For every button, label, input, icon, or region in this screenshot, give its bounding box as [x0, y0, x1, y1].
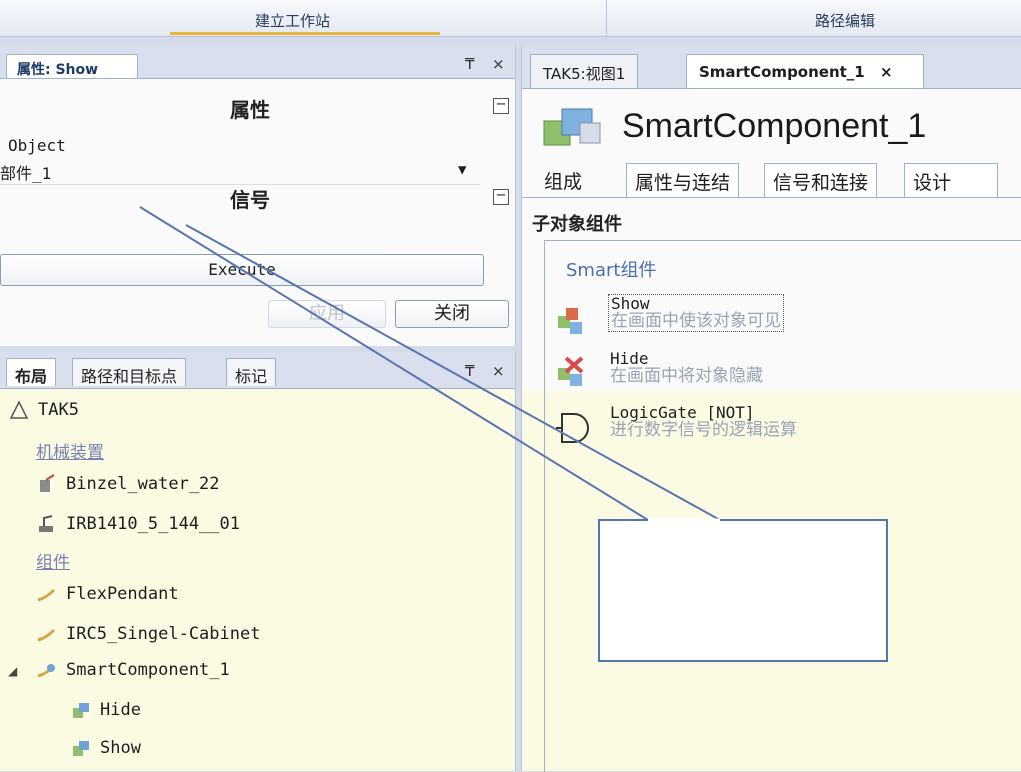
expand-icon[interactable]: ◢	[8, 664, 17, 678]
signals-section-title: 信号	[230, 188, 270, 212]
tree-item-irc5[interactable]: IRC5_Singel-Cabinet	[36, 624, 260, 644]
tree-item-smartcomponent[interactable]: SmartComponent_1	[36, 660, 230, 680]
divider	[606, 0, 607, 36]
component-name: Hide	[610, 349, 649, 368]
composition-content: 子对象组件 Smart组件 Show 在画面中使该对象可见 Hide 在画面中将…	[522, 198, 1021, 772]
component-hide[interactable]: Hide 在画面中将对象隐藏	[610, 350, 763, 386]
tree-item-irb1410[interactable]: IRB1410_5_144__01	[36, 514, 240, 534]
robot-icon	[39, 515, 53, 532]
tab-smartcomponent-label: SmartComponent_1	[699, 63, 865, 81]
component-desc: 在画面中将对象隐藏	[610, 366, 763, 386]
close-icon[interactable]: ×	[492, 55, 505, 73]
page-title: SmartComponent_1	[622, 107, 927, 145]
layout-panel: 布局 路径和目标点 标记 ₸ × TAK5 机械装置 Binzel_water_…	[0, 352, 516, 771]
close-icon[interactable]: ×	[492, 362, 505, 380]
station-icon	[9, 400, 29, 419]
smart-component-icon	[543, 108, 601, 146]
apply-button[interactable]: 应用	[268, 300, 386, 328]
execute-button[interactable]: Execute	[0, 254, 484, 286]
show-icon	[558, 308, 582, 334]
component-icon	[37, 628, 56, 642]
close-button[interactable]: 关闭	[395, 300, 509, 328]
document-tabs: TAK5:视图1 SmartComponent_1 ×	[522, 46, 1021, 89]
tree-item-binzel[interactable]: Binzel_water_22	[36, 474, 220, 494]
editor-subtabs: 组成 属性与连结 信号和连接 设计	[522, 161, 1021, 198]
chevron-down-icon: ▼	[458, 162, 467, 178]
tab-path-edit[interactable]: 路径编辑	[815, 10, 875, 31]
component-name: Show	[611, 294, 650, 313]
tab-view1[interactable]: TAK5:视图1	[530, 54, 639, 88]
close-icon[interactable]: ×	[880, 63, 893, 81]
logic-gate-icon	[556, 413, 589, 443]
component-icon	[37, 588, 56, 602]
tree-item-flexpendant[interactable]: FlexPendant	[36, 584, 179, 604]
tab-build-station[interactable]: 建立工作站	[255, 10, 330, 31]
tree-item-label: IRB1410_5_144__01	[66, 514, 240, 534]
smart-component-icon	[37, 664, 56, 678]
tree-station[interactable]: TAK5	[8, 400, 79, 420]
tab-layout[interactable]: 布局	[6, 358, 57, 386]
component-desc: 在画面中使该对象可见	[611, 311, 781, 331]
properties-panel: 属性: Show ₸ × 属性 − Object 部件_1 ▼ 信号 − Exe…	[0, 46, 516, 346]
station-label: TAK5	[38, 400, 79, 420]
properties-section-title: 属性	[230, 98, 270, 122]
child-components-heading: 子对象组件	[532, 214, 622, 235]
pin-icon[interactable]: ₸	[465, 55, 475, 73]
properties-tab[interactable]: 属性: Show	[6, 54, 138, 78]
properties-tab-header: 属性: Show ₸ ×	[0, 46, 515, 79]
collapse-properties-button[interactable]: −	[493, 98, 509, 114]
smart-components-title: Smart组件	[566, 260, 657, 281]
component-logicgate[interactable]: LogicGate [NOT] 进行数字信号的逻辑运算	[610, 404, 797, 440]
subtab-signals-connections[interactable]: 信号和连接	[764, 163, 878, 197]
tree-item-label: Binzel_water_22	[66, 474, 220, 494]
tree-item-label: Show	[100, 738, 141, 758]
tree-item-label: IRC5_Singel-Cabinet	[66, 624, 261, 644]
collapse-signals-button[interactable]: −	[493, 189, 509, 205]
object-label: Object	[8, 136, 66, 155]
smart-component-icon	[73, 741, 89, 756]
object-value: 部件_1	[0, 164, 52, 183]
tree-item-hide[interactable]: Hide	[70, 700, 141, 720]
active-tab-underline	[170, 32, 440, 35]
layout-tab-header: 布局 路径和目标点 标记 ₸ ×	[0, 352, 515, 389]
subtab-properties-bindings[interactable]: 属性与连结	[626, 163, 740, 197]
subtab-design[interactable]: 设计	[904, 163, 998, 197]
pin-icon[interactable]: ₸	[465, 362, 475, 380]
tab-smartcomponent[interactable]: SmartComponent_1 ×	[686, 54, 924, 88]
tree-group-mechanisms[interactable]: 机械装置	[36, 438, 104, 463]
subtab-composition[interactable]: 组成	[536, 163, 590, 197]
smart-component-icon	[73, 703, 89, 718]
tool-icon	[40, 474, 55, 492]
tree-item-label: Hide	[100, 700, 141, 720]
component-desc: 进行数字信号的逻辑运算	[610, 420, 797, 440]
tree-item-show[interactable]: Show	[70, 738, 141, 758]
component-show[interactable]: Show 在画面中使该对象可见	[608, 294, 784, 332]
editor-header: SmartComponent_1	[522, 89, 1021, 161]
smartcomponent-editor: TAK5:视图1 SmartComponent_1 × SmartCompone…	[521, 46, 1021, 772]
component-name: LogicGate [NOT]	[610, 403, 755, 422]
tree-item-label: SmartComponent_1	[66, 660, 230, 680]
top-ribbon-bar: 建立工作站 路径编辑	[0, 0, 1021, 37]
object-dropdown[interactable]: 部件_1 ▼	[0, 158, 480, 185]
tree-group-components[interactable]: 组件	[36, 548, 70, 573]
tab-tags[interactable]: 标记	[226, 358, 277, 386]
tab-paths-targets[interactable]: 路径和目标点	[72, 358, 187, 386]
hide-icon	[558, 356, 584, 386]
tree-item-label: FlexPendant	[66, 584, 179, 604]
callout-box	[598, 519, 888, 662]
